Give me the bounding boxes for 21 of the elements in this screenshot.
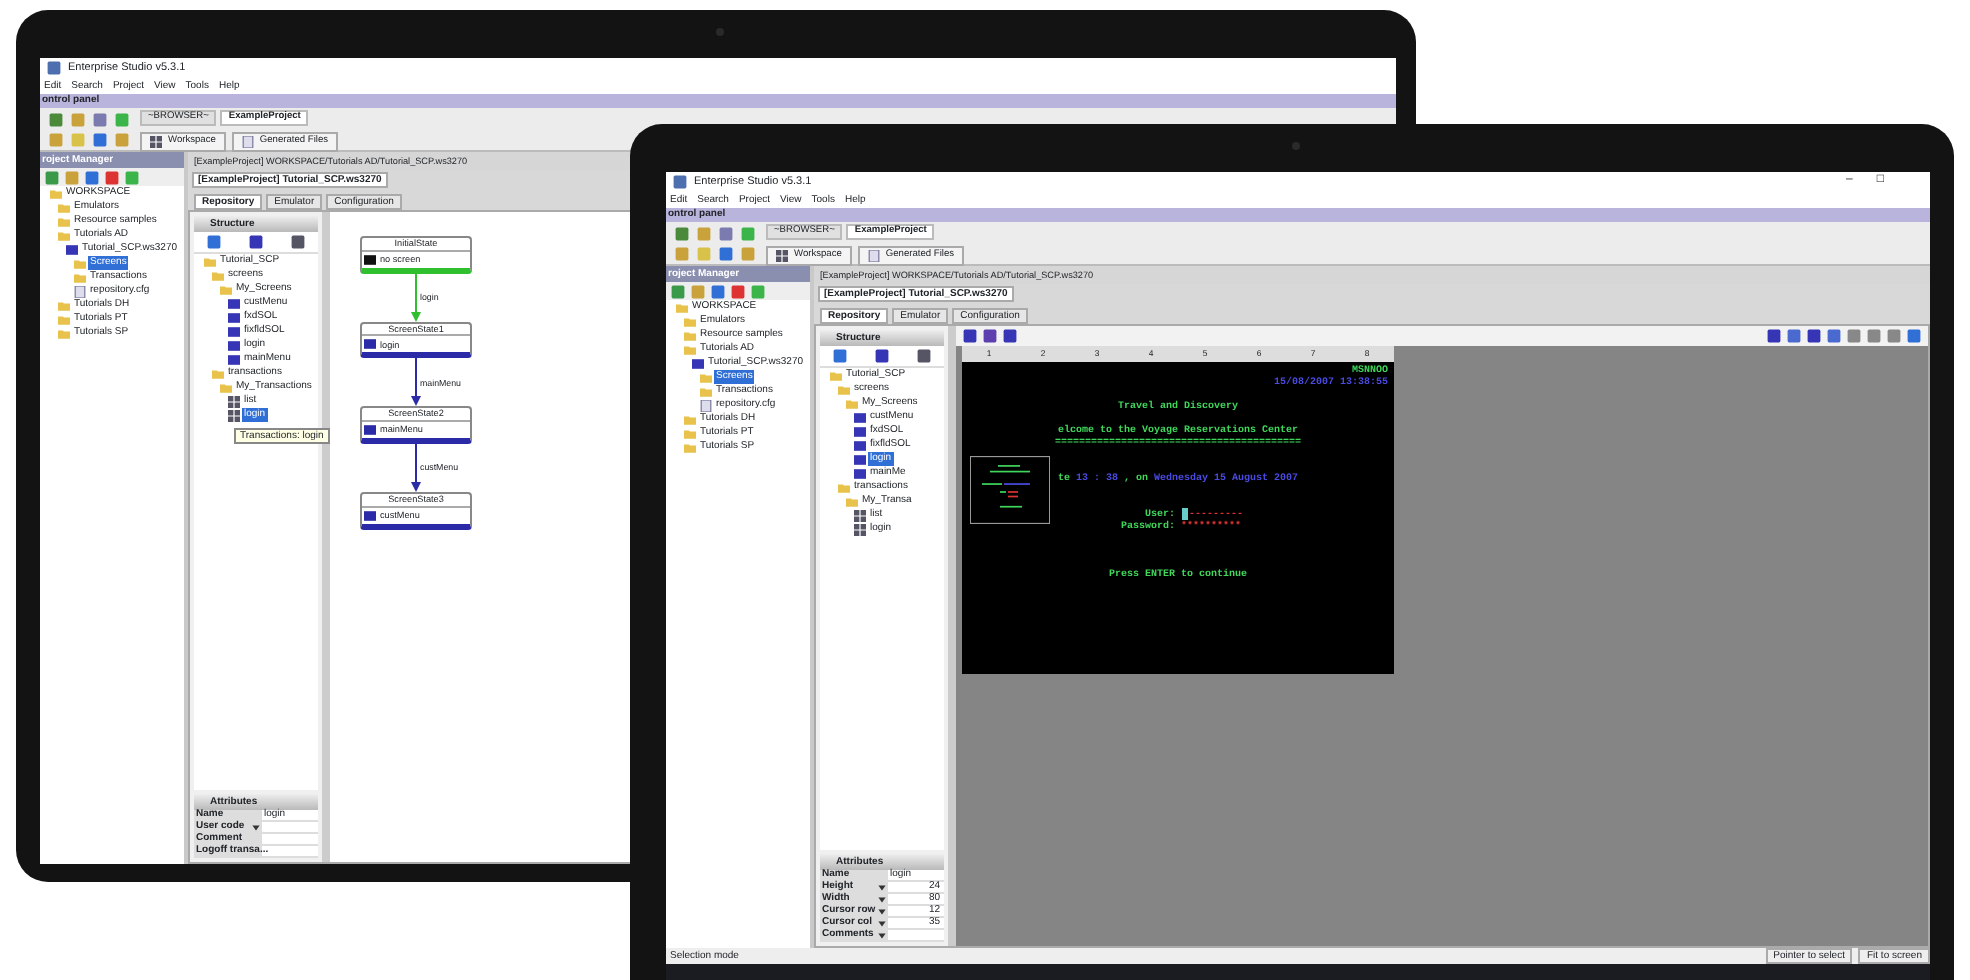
view-icon[interactable] — [915, 348, 932, 364]
view-icon[interactable] — [206, 234, 223, 250]
grid-icon — [776, 249, 788, 262]
file-icon — [700, 399, 712, 411]
thumbnail-drawing — [970, 456, 1050, 524]
app-icon[interactable] — [46, 60, 62, 76]
file-icon — [241, 135, 254, 148]
screen-icon — [364, 509, 376, 522]
grid-icon — [150, 135, 162, 148]
screen-icon — [364, 253, 376, 266]
file-icon — [867, 249, 880, 262]
file-icon — [74, 285, 86, 297]
app-icon[interactable] — [672, 174, 688, 190]
screen-icon — [364, 338, 376, 351]
view-icon[interactable] — [289, 234, 306, 250]
screen-icon — [692, 357, 704, 369]
screen-icon — [66, 243, 78, 255]
view-icon[interactable] — [873, 348, 890, 364]
view-icon[interactable] — [247, 234, 264, 250]
screen-icon — [364, 424, 376, 437]
view-icon[interactable] — [832, 348, 849, 364]
